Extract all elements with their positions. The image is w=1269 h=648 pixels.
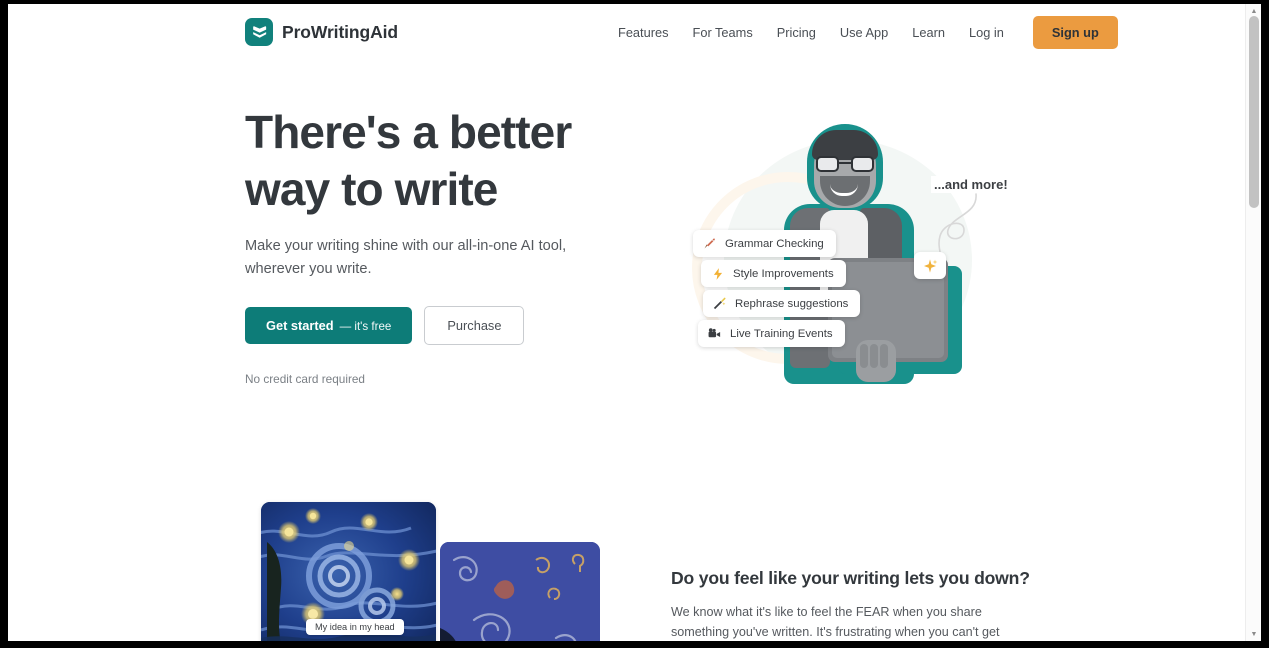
brand-logo-link[interactable]: ProWritingAid [245, 18, 398, 46]
feature-badge-rephrase-suggestions: Rephrase suggestions [703, 290, 861, 317]
nav-link-learn[interactable]: Learn [900, 19, 957, 46]
browser-viewport: ProWritingAid Features For Teams Pricing… [8, 4, 1261, 641]
scrollbar-track[interactable] [1246, 4, 1261, 641]
feature-badge-grammar-checking: Grammar Checking [693, 230, 836, 257]
get-started-button[interactable]: Get started — it's free [245, 307, 413, 344]
hero-section: There's a better way to write Make your … [8, 60, 1245, 480]
sparkle-icon [914, 252, 946, 279]
purchase-button[interactable]: Purchase [424, 306, 525, 345]
feature-label: Rephrase suggestions [735, 297, 849, 310]
person-glasses-icon [816, 156, 874, 172]
hero-copy: There's a better way to write Make your … [245, 104, 645, 386]
feature-badge-live-training-events: Live Training Events [698, 320, 845, 347]
hero-illustration: ...and more! Grammar Checking Style Impr… [676, 104, 1021, 439]
feature-badge-style-improvements: Style Improvements [701, 260, 846, 287]
hero-subtitle: Make your writing shine with our all-in-… [245, 238, 567, 277]
feature-badge-list: Grammar Checking Style Improvements Reph… [693, 230, 861, 347]
video-camera-icon [706, 325, 723, 342]
chevron-up-icon[interactable]: ▲ [1246, 4, 1261, 18]
vertical-scrollbar[interactable]: ▲ ▼ [1245, 4, 1261, 641]
prowritingaid-logo-icon [245, 18, 273, 46]
main-navigation: Features For Teams Pricing Use App Learn… [606, 15, 1118, 49]
and-more-label: ...and more! [931, 176, 1011, 193]
scrollbar-thumb[interactable] [1249, 16, 1259, 208]
section2-body: We know what it's like to feel the FEAR … [671, 605, 1000, 639]
feature-label: Live Training Events [730, 327, 833, 340]
nav-link-log-in[interactable]: Log in [957, 19, 1016, 46]
get-started-suffix: — it's free [339, 320, 392, 333]
simplified-sketch-panel [440, 542, 600, 641]
starry-night-painting-panel: My idea in my head [261, 502, 436, 641]
brand-name: ProWritingAid [282, 21, 399, 42]
hero-title-line-2: way to write [245, 163, 498, 215]
feature-label: Style Improvements [733, 267, 834, 280]
get-started-label: Get started [266, 318, 334, 333]
section2-title: Do you feel like your writing lets you d… [671, 568, 1030, 588]
feature-label: Grammar Checking [725, 237, 824, 250]
browser-window: ProWritingAid Features For Teams Pricing… [0, 0, 1269, 648]
magic-wand-icon [711, 295, 728, 312]
before-after-art-panels: My idea in my head [253, 502, 603, 641]
chevron-down-icon[interactable]: ▼ [1246, 627, 1261, 641]
site-header: ProWritingAid Features For Teams Pricing… [8, 4, 1245, 60]
no-credit-card-note: No credit card required [245, 372, 365, 386]
hero-title-line-1: There's a better [245, 106, 572, 158]
writing-lets-you-down-section: My idea in my head Do you feel like your… [8, 480, 1245, 641]
nav-link-use-app[interactable]: Use App [828, 19, 900, 46]
idea-caption-bubble: My idea in my head [306, 619, 404, 635]
nav-link-pricing[interactable]: Pricing [765, 19, 828, 46]
section2-copy: Do you feel like your writing lets you d… [671, 568, 1030, 641]
hero-action-buttons: Get started — it's free Purchase [245, 306, 645, 345]
lightning-bolt-icon [709, 265, 726, 282]
quill-pen-icon [701, 235, 718, 252]
hero-title: There's a better way to write [245, 104, 645, 218]
nav-link-for-teams[interactable]: For Teams [681, 19, 765, 46]
nav-link-features[interactable]: Features [606, 19, 681, 46]
sign-up-button[interactable]: Sign up [1032, 15, 1118, 49]
page-content: ProWritingAid Features For Teams Pricing… [8, 4, 1245, 641]
